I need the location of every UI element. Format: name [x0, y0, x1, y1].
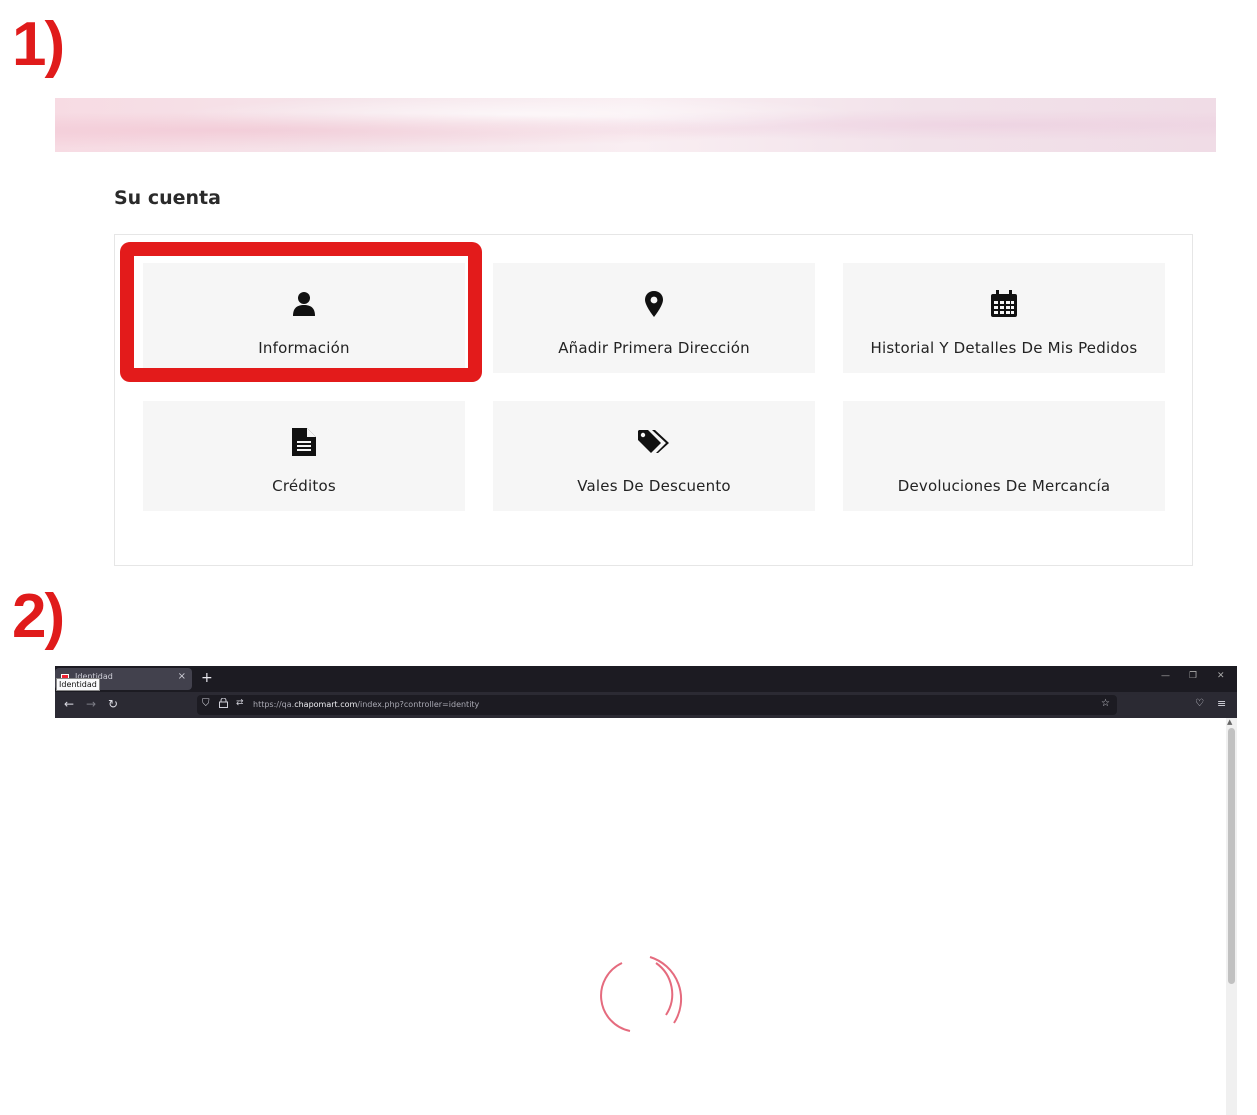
url-text[interactable]: https://qa.chapomart.com/index.php?contr…	[253, 700, 479, 709]
tile-label: Devoluciones De Mercancía	[897, 477, 1111, 495]
minimize-icon[interactable]: —	[1161, 671, 1170, 681]
tile-devoluciones[interactable]: Devoluciones De Mercancía	[843, 401, 1165, 511]
bookmark-star-icon[interactable]: ☆	[1101, 698, 1110, 709]
browser-window: Identidad × Identidad + — ❐ ✕ ← → ↻ ⛉ ⇄ …	[55, 666, 1237, 1115]
account-title: Su cuenta	[114, 187, 221, 209]
loading-spinner-icon	[600, 956, 683, 1032]
pocket-icon[interactable]: ♡	[1195, 697, 1204, 711]
step-1-label: 1)	[12, 10, 65, 79]
scroll-up-icon[interactable]: ▲	[1227, 718, 1232, 726]
tile-vales-descuento[interactable]: Vales De Descuento	[493, 401, 815, 511]
tile-anadir-direccion[interactable]: Añadir Primera Dirección	[493, 263, 815, 373]
window-close-icon[interactable]: ✕	[1217, 671, 1225, 681]
tile-label: Créditos	[272, 477, 336, 495]
scroll-thumb[interactable]	[1228, 728, 1235, 984]
tags-icon	[638, 427, 670, 457]
permissions-icon[interactable]: ⇄	[236, 698, 244, 708]
tile-label: Vales De Descuento	[577, 477, 731, 495]
tile-informacion[interactable]: Información	[143, 263, 465, 373]
reload-icon[interactable]: ↻	[108, 697, 118, 711]
tile-label: Añadir Primera Dirección	[558, 339, 750, 357]
forward-icon[interactable]: →	[86, 697, 96, 711]
restore-icon[interactable]: ❐	[1189, 671, 1197, 681]
tile-historial-pedidos[interactable]: Historial Y Detalles De Mis Pedidos	[843, 263, 1165, 373]
menu-icon[interactable]: ≡	[1217, 697, 1226, 711]
banner-image	[55, 98, 1216, 152]
back-icon[interactable]: ←	[64, 697, 74, 711]
tile-label: Historial Y Detalles De Mis Pedidos	[870, 339, 1138, 357]
page-content	[55, 718, 1237, 1115]
tile-label: Información	[258, 339, 350, 357]
document-icon	[292, 427, 316, 457]
shield-icon[interactable]: ⛉	[202, 698, 210, 709]
map-pin-icon	[645, 289, 663, 319]
close-icon[interactable]: ×	[178, 671, 186, 682]
calendar-icon	[990, 289, 1018, 319]
lock-icon[interactable]	[219, 697, 228, 711]
scrollbar[interactable]: ▲	[1226, 718, 1237, 1115]
tab-tooltip: Identidad	[56, 678, 100, 691]
url-bar[interactable]: ⛉ ⇄ https://qa.chapomart.com/index.php?c…	[197, 695, 1117, 715]
tab-bar: Identidad × Identidad + — ❐ ✕	[55, 666, 1237, 692]
tile-creditos[interactable]: Créditos	[143, 401, 465, 511]
user-icon	[292, 289, 316, 319]
nav-bar: ← → ↻ ⛉ ⇄ https://qa.chapomart.com/index…	[55, 692, 1237, 718]
step-2-label: 2)	[12, 582, 65, 651]
new-tab-button[interactable]: +	[201, 669, 213, 687]
